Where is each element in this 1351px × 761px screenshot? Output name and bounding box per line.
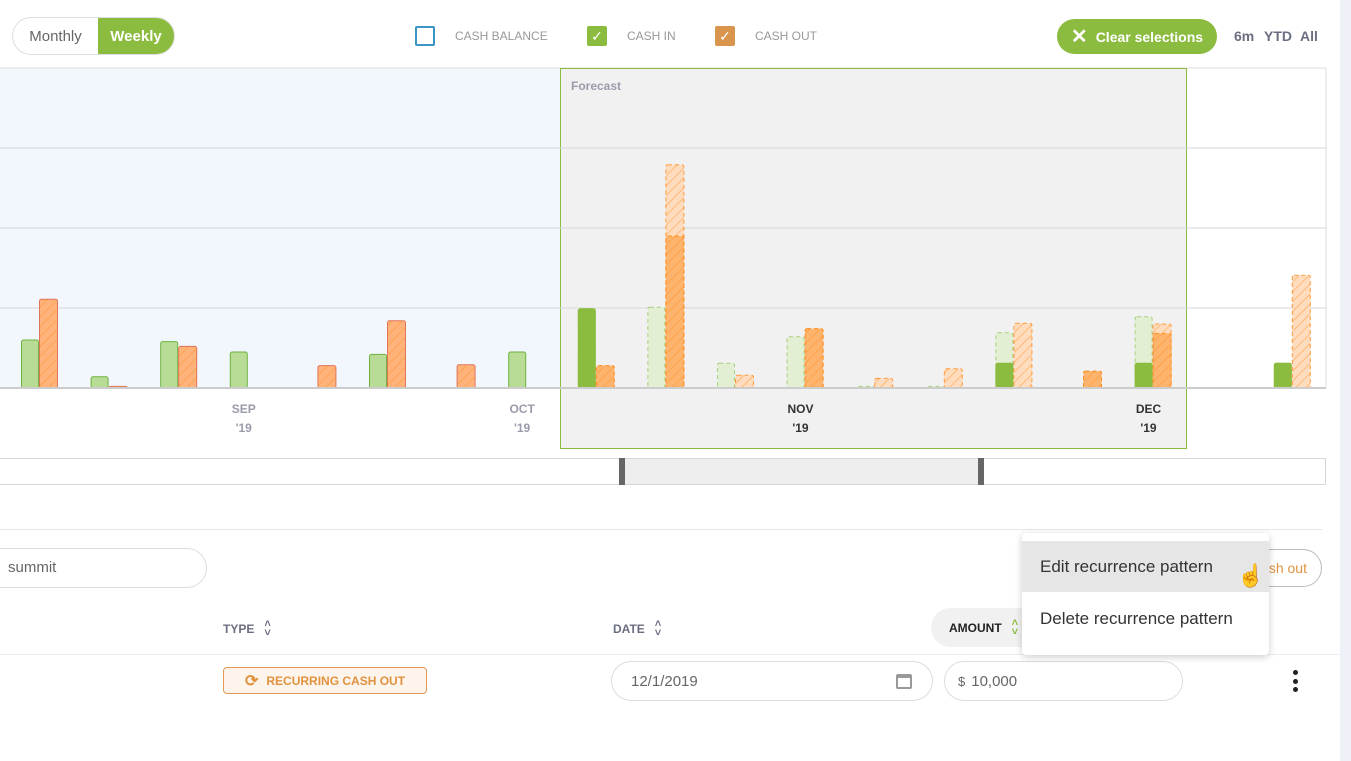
forecast-label: Forecast — [571, 79, 621, 93]
cash-in-bar[interactable] — [229, 351, 248, 389]
cash-in-bar[interactable] — [369, 353, 387, 389]
amount-value: 10,000 — [971, 672, 1018, 690]
cash-out-forecast-bar-hatch[interactable] — [944, 368, 963, 388]
cash-out-actual-bar-hatch[interactable] — [596, 365, 615, 388]
type-label: RECURRING CASH OUT — [266, 673, 406, 688]
sort-icon[interactable]: ˄ ˅ — [1012, 617, 1018, 637]
cash-out-bar-hatch[interactable] — [317, 365, 336, 388]
cash-out-forecast-bar-hatch[interactable] — [1013, 323, 1032, 388]
cash-in-forecast-bar[interactable] — [786, 336, 805, 389]
hand-cursor-icon: ☝ — [1237, 563, 1265, 588]
cash-out-forecast-bar-hatch[interactable] — [874, 378, 893, 388]
date-header: DATE — [613, 622, 645, 636]
cash-in-actual-bar[interactable] — [577, 308, 596, 389]
x-tick-label: DEC '19 — [1119, 400, 1179, 438]
cash-in-bar[interactable] — [508, 351, 527, 389]
cash-out-actual-bar-hatch[interactable] — [1083, 371, 1102, 388]
x-tick-month: SEP — [231, 402, 256, 416]
x-tick-label: NOV '19 — [771, 400, 831, 438]
navigator-right-handle[interactable] — [978, 458, 984, 485]
x-tick-year: '19 — [792, 421, 809, 435]
column-date[interactable]: DATE ˄ ˅ — [613, 619, 661, 639]
x-tick-label: OCT '19 — [492, 400, 552, 438]
scrollbar-track[interactable] — [1340, 0, 1351, 761]
forecast-region[interactable] — [560, 68, 1187, 449]
currency-symbol: $ — [958, 673, 966, 689]
date-value: 12/1/2019 — [631, 672, 698, 690]
cash-out-bar-hatch[interactable] — [178, 346, 197, 388]
cash-out-actual-bar-hatch[interactable] — [665, 236, 684, 388]
cash-out-actual-bar-hatch[interactable] — [805, 328, 824, 388]
x-tick-year: '19 — [514, 421, 531, 435]
recurring-icon: ⟳ — [244, 672, 259, 690]
x-tick-year: '19 — [235, 421, 252, 435]
range-navigator[interactable] — [0, 458, 1326, 485]
row-context-menu: Edit recurrence pattern Delete recurrenc… — [1022, 533, 1269, 655]
cash-in-actual-bar[interactable] — [995, 362, 1014, 389]
sort-icon[interactable]: ˄ ˅ — [655, 619, 661, 639]
cash-in-actual-bar[interactable] — [1134, 362, 1153, 389]
navigator-selection[interactable] — [622, 459, 981, 484]
navigator-left-handle[interactable] — [619, 458, 625, 485]
column-type[interactable]: TYPE ˄ ˅ — [223, 619, 271, 639]
cash-out-bar-hatch[interactable] — [457, 364, 476, 388]
cash-in-bar[interactable] — [160, 341, 179, 389]
cash-in-forecast-bar[interactable] — [717, 362, 735, 389]
cash-out-forecast-bar-hatch[interactable] — [1292, 275, 1311, 388]
type-header: TYPE — [223, 622, 255, 636]
x-tick-month: OCT — [509, 402, 535, 416]
date-input[interactable]: 12/1/2019 — [611, 661, 933, 701]
x-tick-year: '19 — [1140, 421, 1157, 435]
x-tick-month: NOV — [787, 402, 814, 416]
cash-out-forecast-bar-hatch[interactable] — [735, 375, 754, 388]
menu-item-delete-recurrence[interactable]: Delete recurrence pattern — [1022, 593, 1269, 644]
cash-in-bar[interactable] — [21, 339, 39, 389]
more-options-icon[interactable] — [1285, 670, 1305, 692]
cash-out-actual-bar-hatch[interactable] — [1153, 333, 1172, 388]
type-badge: ⟳ RECURRING CASH OUT — [223, 667, 427, 694]
amount-header: AMOUNT — [949, 620, 1002, 635]
calendar-icon[interactable] — [896, 673, 912, 689]
x-tick-month: DEC — [1135, 402, 1162, 416]
menu-item-edit-recurrence[interactable]: Edit recurrence pattern — [1022, 541, 1269, 592]
cash-out-bar-hatch[interactable] — [39, 299, 58, 388]
x-tick-label: SEP '19 — [214, 400, 274, 438]
cash-in-bar[interactable] — [90, 376, 109, 389]
divider — [0, 529, 1322, 530]
sort-icon[interactable]: ˄ ˅ — [264, 619, 270, 639]
cash-out-bar-hatch[interactable] — [387, 320, 406, 388]
cash-in-actual-bar[interactable] — [1273, 362, 1292, 389]
search-input[interactable]: summit — [0, 548, 207, 588]
cash-in-forecast-bar[interactable] — [647, 306, 666, 389]
amount-input[interactable]: $ 10,000 — [944, 661, 1183, 701]
